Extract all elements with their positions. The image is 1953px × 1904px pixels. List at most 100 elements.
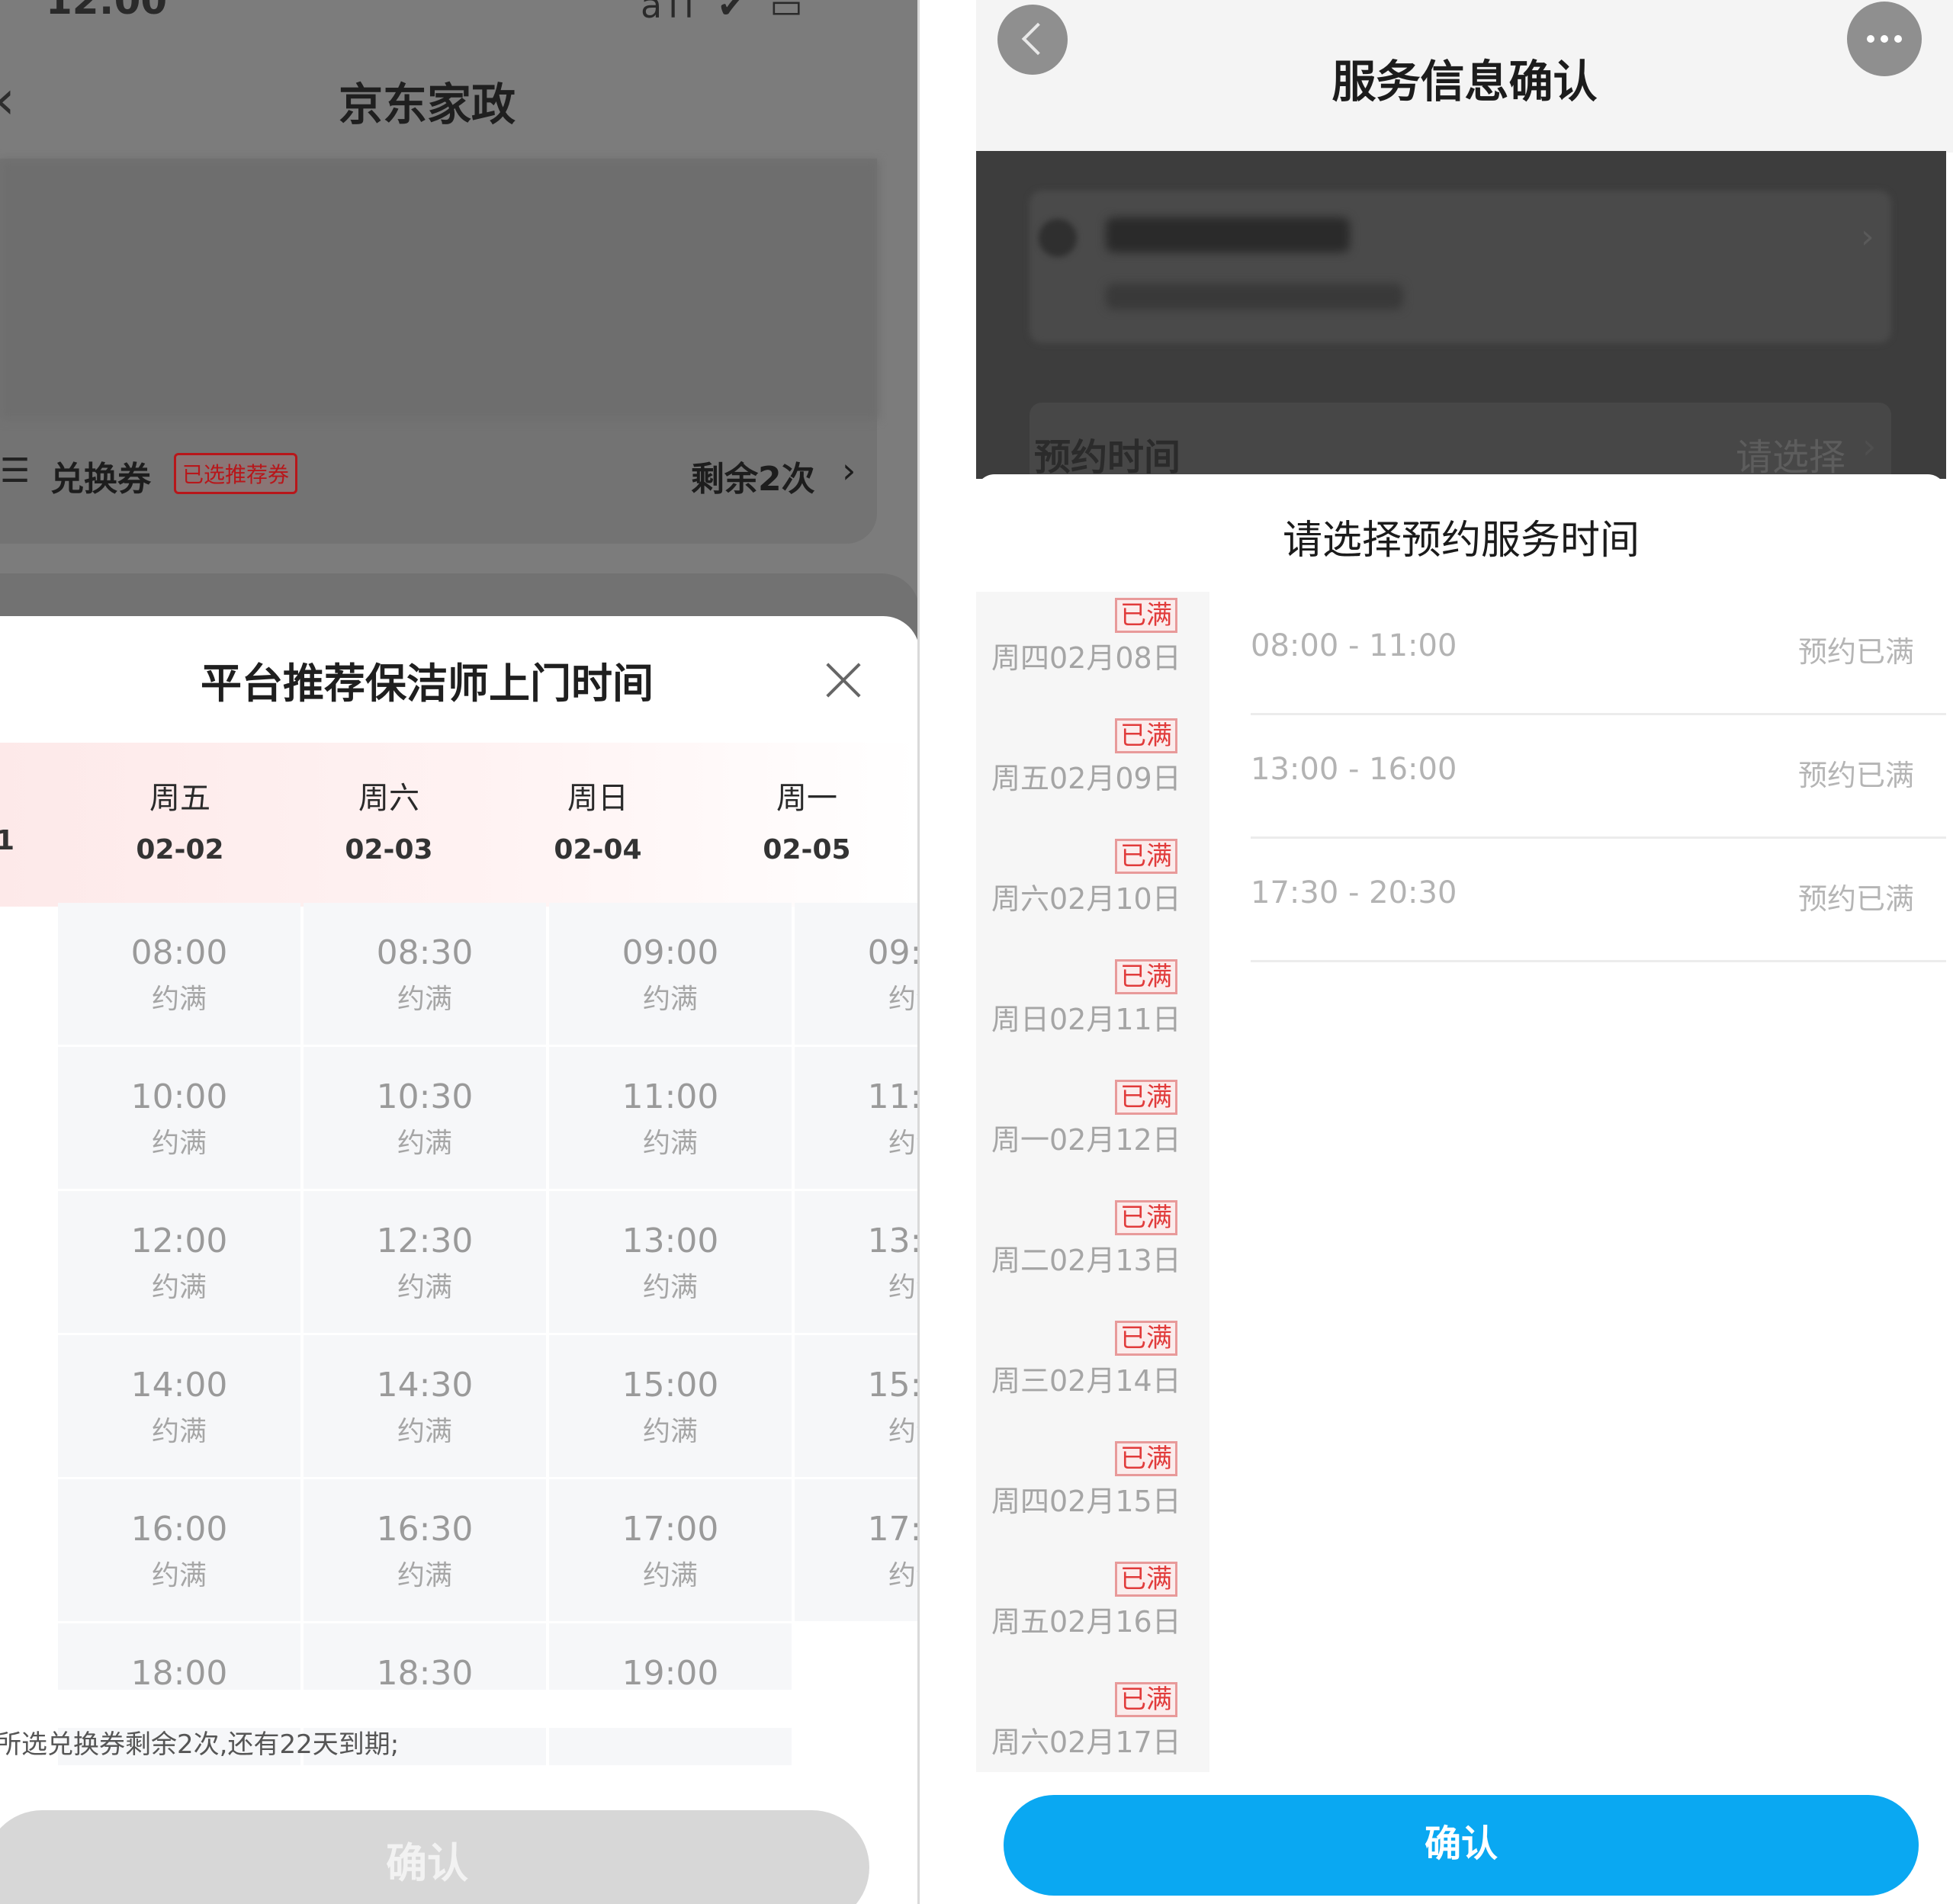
date-item[interactable]: 已满 周三02月14日 <box>976 1315 1209 1435</box>
date-label: 周五02月16日 <box>991 1605 1181 1639</box>
time-slot-status: 约满 <box>642 984 698 1015</box>
left-screen: 12:00 all ✔ ▭ ‹ 京东家政 ☰ 兑换券 已选推荐券 剩余2次 › … <box>0 0 920 1904</box>
date-label: 周一02月12日 <box>991 1123 1181 1157</box>
time-slot-cell[interactable]: 14:00 约满 <box>58 1335 300 1477</box>
booking-time-value[interactable]: 请选择 <box>1736 427 1845 480</box>
full-badge: 已满 <box>1115 1080 1177 1115</box>
slot-time: 17:30 - 20:30 <box>1251 875 1457 910</box>
date-item[interactable]: 已满周五02月16日 <box>976 1556 1209 1676</box>
time-slot-cell[interactable]: 13:00 约满 <box>549 1191 792 1333</box>
time-slot-cell[interactable]: 11:00 约满 <box>549 1047 792 1189</box>
time-slot-cell[interactable]: 15:00 约满 <box>549 1335 792 1477</box>
close-icon[interactable] <box>825 662 862 698</box>
time-slot-cell[interactable]: 15:30 约满 <box>795 1335 920 1477</box>
confirm-button[interactable]: 确认 <box>1004 1795 1919 1896</box>
time-slot-time: 19:00 <box>622 1654 719 1693</box>
time-slot-status: 约满 <box>151 1416 207 1447</box>
full-badge: 已满 <box>1115 1562 1177 1597</box>
time-slot-time: 09:00 <box>622 933 719 972</box>
time-slot-time: 13:00 <box>622 1222 719 1260</box>
time-slot-cell[interactable]: 13:30 约满 <box>795 1191 920 1333</box>
date-item[interactable]: 已满 周二02月13日 <box>976 1194 1209 1315</box>
time-slot-cell[interactable]: 09:00 约满 <box>549 903 792 1045</box>
date-label: 周四02月15日 <box>991 1485 1181 1518</box>
day-tab-date: 02-02 <box>136 834 224 865</box>
chevron-right-icon[interactable]: › <box>1862 425 1876 467</box>
time-slot-status: 约满 <box>397 1272 452 1303</box>
full-badge: 已满 <box>1115 1682 1177 1717</box>
time-slot-cell[interactable]: 17:00 约满 <box>549 1479 792 1621</box>
time-slot-status: 约满 <box>397 1416 452 1447</box>
time-slot-time: 14:00 <box>130 1366 228 1405</box>
day-tab-date: 02-05 <box>763 834 851 865</box>
service-slot[interactable]: 13:00 - 16:00 预约已满 <box>1251 715 1946 839</box>
page-title: 服务信息确认 <box>1331 56 1598 108</box>
time-slot-time: 10:30 <box>376 1077 474 1116</box>
time-slot-time: 10:00 <box>130 1077 228 1116</box>
day-tab[interactable]: 周日 02-04 <box>522 743 674 865</box>
voucher-notice: 所选兑换券剩余2次,还有22天到期; <box>0 1729 400 1760</box>
voucher-badge: 已选推荐券 <box>174 453 298 494</box>
time-slot-time: 16:30 <box>376 1510 474 1549</box>
chevron-right-icon[interactable]: › <box>842 450 856 491</box>
date-item[interactable]: 已满周一02月12日 <box>976 1074 1209 1194</box>
time-slot-time: 11:30 <box>867 1077 920 1116</box>
status-time: 12:00 <box>46 0 168 23</box>
booking-time-label: 预约时间 <box>1034 436 1181 479</box>
time-slot-cell[interactable]: 17:30 约满 <box>795 1479 920 1621</box>
panel-divider <box>917 0 920 1904</box>
full-badge: 已满 <box>1115 1321 1177 1356</box>
time-slot-time: 17:00 <box>622 1510 719 1549</box>
time-slot-time: 09:30 <box>867 933 920 972</box>
time-slot-cell[interactable]: 08:30 约满 <box>304 903 546 1045</box>
full-badge: 已满 <box>1115 1200 1177 1235</box>
time-slot-cell[interactable]: 09:30 约满 <box>795 903 920 1045</box>
day-tab-date: 02-03 <box>345 834 433 865</box>
time-slot-cell[interactable]: 11:30 约满 <box>795 1047 920 1189</box>
date-item[interactable]: 已满周六02月17日 <box>976 1676 1209 1796</box>
day-tab[interactable]: 周六 02-03 <box>313 743 465 865</box>
slot-list: 08:00 - 11:00 预约已满 13:00 - 16:00 预约已满 17:30 … <box>976 592 1946 1049</box>
sheet-title: 平台推荐保洁师上门时间 <box>201 660 654 708</box>
slot-status: 预约已满 <box>1797 635 1914 669</box>
time-slot-cell[interactable]: 16:00 约满 <box>58 1479 300 1621</box>
service-slot[interactable]: 17:30 - 20:30 预约已满 <box>1251 839 1946 962</box>
day-tabs: 1 周五 02-02 周六 02-03 周日 02-04 周一 02-05 <box>0 743 920 907</box>
time-picker-sheet: 平台推荐保洁师上门时间 1 周五 02-02 周六 02-03 周日 02-04… <box>0 616 920 1904</box>
blurred-store-address <box>1106 284 1403 310</box>
day-tab-partial-date[interactable]: 1 <box>0 825 14 856</box>
time-slot-time: 08:00 <box>130 933 228 972</box>
time-slot-time: 12:00 <box>130 1222 228 1260</box>
day-tab-weekday: 周五 <box>149 781 210 816</box>
right-screen: 服务信息确认 › 预约时间 请选择 › 请选择预约服务时间 已满 周四02月08日… <box>976 0 1953 1904</box>
time-slot-cell[interactable]: 16:30 约满 <box>304 1479 546 1621</box>
time-slot-cell[interactable]: 10:00 约满 <box>58 1047 300 1189</box>
time-slot-time: 18:30 <box>376 1654 474 1693</box>
date-item[interactable]: 已满 周四02月15日 <box>976 1435 1209 1556</box>
time-slot-status: 约满 <box>888 984 920 1015</box>
day-tab[interactable]: 周五 02-02 <box>104 743 256 865</box>
time-slot-cell[interactable]: 12:30 约满 <box>304 1191 546 1333</box>
confirm-button[interactable]: 确认 <box>0 1810 869 1904</box>
time-slot-status: 约满 <box>642 1560 698 1591</box>
blurred-store-name <box>1106 217 1350 252</box>
status-icons: all ✔ ▭ <box>641 0 809 26</box>
day-tab[interactable]: 周一 02-05 <box>731 743 883 865</box>
slot-time: 08:00 - 11:00 <box>1251 628 1457 663</box>
time-slot-cell[interactable]: 10:30 约满 <box>304 1047 546 1189</box>
time-slot-status: 约满 <box>888 1128 920 1159</box>
chevron-right-icon[interactable]: › <box>1861 217 1874 256</box>
time-slot-time: 14:30 <box>376 1366 474 1405</box>
location-icon <box>1039 219 1077 257</box>
voucher-remain[interactable]: 剩余2次 <box>691 451 815 500</box>
date-label: 周六02月17日 <box>991 1726 1181 1759</box>
time-slot-status: 约满 <box>642 1416 698 1447</box>
time-slot-status: 约满 <box>151 1560 207 1591</box>
day-tab-weekday: 周六 <box>358 781 419 816</box>
sheet-title: 请选择预约服务时间 <box>1282 518 1640 563</box>
time-slot-cell[interactable]: 08:00 约满 <box>58 903 300 1045</box>
service-slot[interactable]: 08:00 - 11:00 预约已满 <box>1251 592 1946 715</box>
time-slot-status: 约满 <box>397 1128 452 1159</box>
time-slot-cell[interactable]: 14:30 约满 <box>304 1335 546 1477</box>
time-slot-cell[interactable]: 12:00 约满 <box>58 1191 300 1333</box>
